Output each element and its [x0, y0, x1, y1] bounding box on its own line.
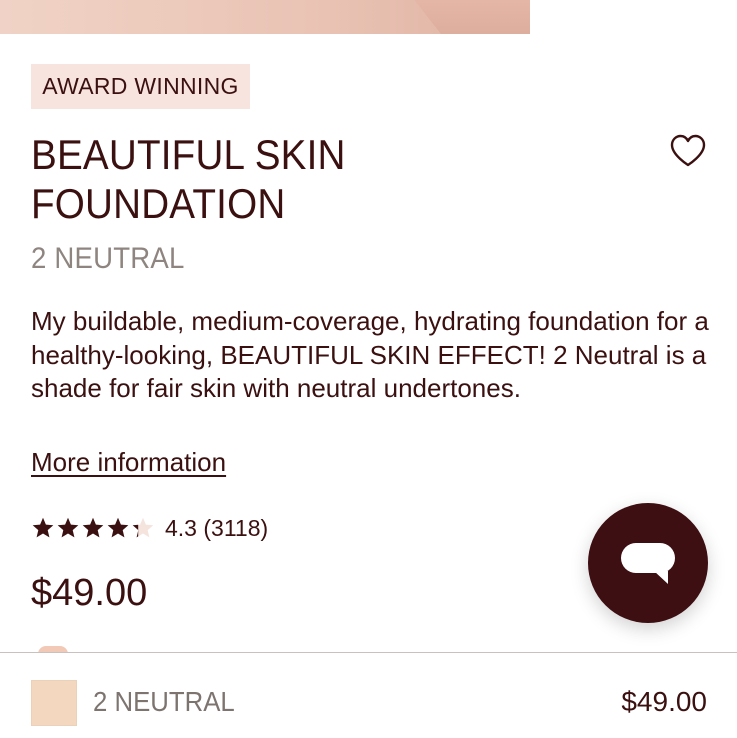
product-title-line-2: FOUNDATION	[31, 180, 286, 227]
chat-button[interactable]	[588, 503, 708, 623]
chat-bubble-icon	[621, 543, 675, 584]
rating-text: 4.3 (3118)	[165, 515, 268, 542]
rating-value: 4.3	[165, 514, 197, 541]
rating-count: (3118)	[203, 514, 269, 541]
hero-image-background	[530, 0, 737, 34]
star-icon	[107, 517, 129, 538]
star-icon	[32, 517, 54, 538]
more-information-link[interactable]: More information	[31, 447, 226, 478]
product-title-line-1: BEAUTIFUL SKIN	[31, 131, 346, 178]
selected-shade-name: 2 NEUTRAL	[93, 686, 235, 717]
wishlist-button[interactable]	[668, 131, 708, 171]
award-badge: AWARD WINNING	[31, 64, 250, 109]
star-icon	[132, 517, 154, 538]
product-description: My buildable, medium-coverage, hydrating…	[31, 306, 709, 403]
product-title: BEAUTIFUL SKIN FOUNDATION	[31, 130, 546, 228]
selected-shade-swatch	[31, 680, 77, 726]
star-icon	[82, 517, 104, 538]
heart-outline-icon	[670, 134, 706, 167]
sticky-add-to-bag-bar[interactable]: 2 NEUTRAL $49.00	[0, 652, 737, 738]
rating-summary[interactable]: 4.3 (3118)	[31, 514, 268, 542]
product-hero-image	[0, 0, 737, 34]
product-price: $49.00	[31, 572, 148, 614]
rating-stars	[31, 516, 156, 540]
star-icon	[57, 517, 79, 538]
shade-name: 2 NEUTRAL	[31, 242, 185, 275]
sticky-price: $49.00	[621, 686, 707, 717]
